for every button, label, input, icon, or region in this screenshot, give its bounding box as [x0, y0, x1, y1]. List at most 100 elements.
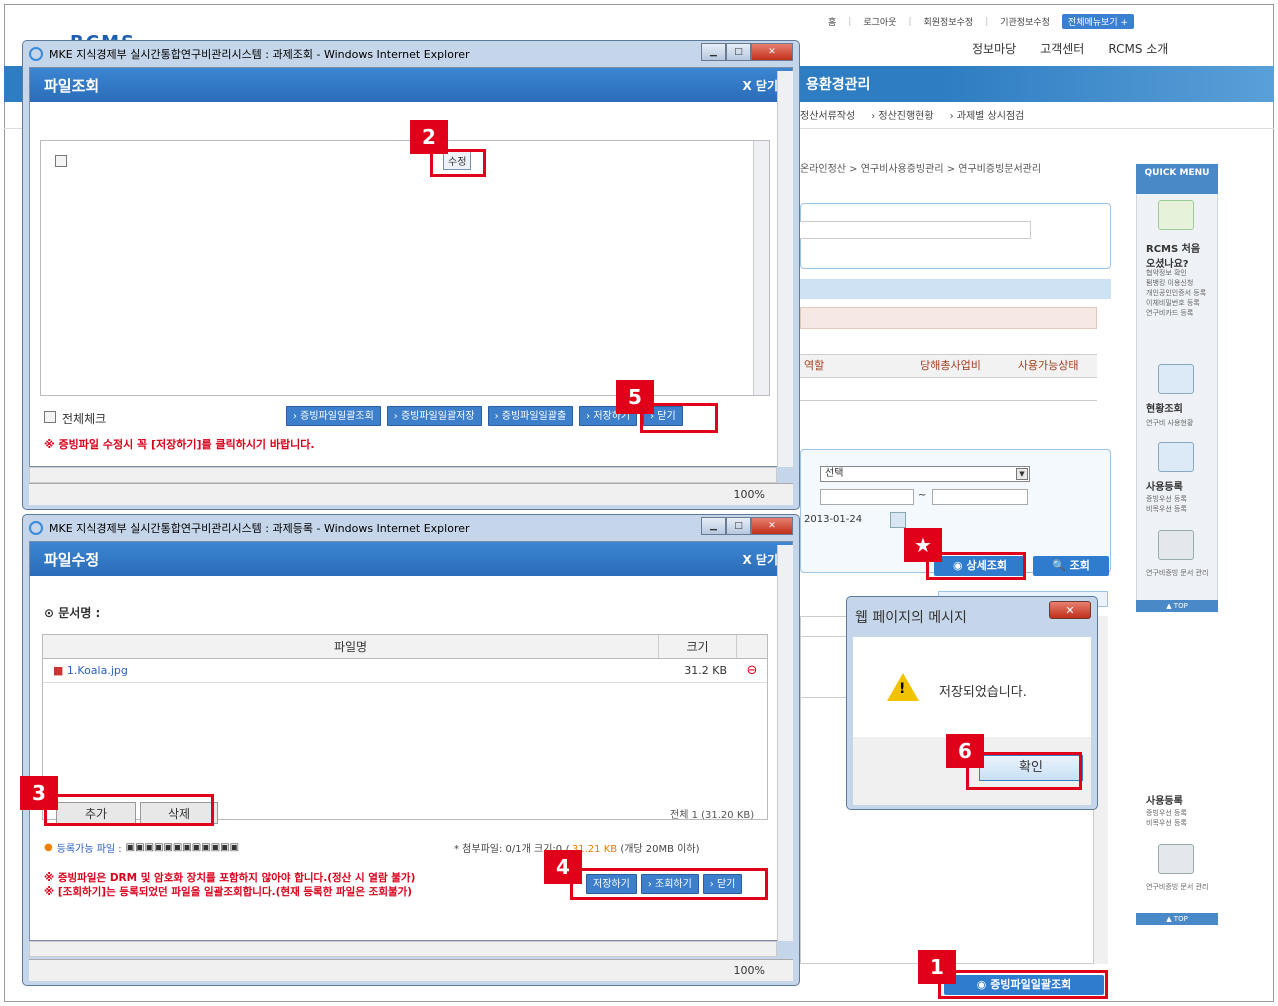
col-budget: 당해총사업비: [920, 359, 981, 372]
lookup-notice: ※ [조회하기]는 등록되었던 파일을 일괄조회합니다.(현재 등록한 파일은 …: [44, 886, 413, 898]
remove-icon[interactable]: ⊖: [737, 659, 767, 682]
pane-header: 파일수정 X 닫기: [30, 542, 792, 576]
check-all-checkbox[interactable]: [44, 411, 56, 423]
quick-item-sub: 연구비증빙 문서 관리: [1146, 569, 1209, 577]
range-to-input[interactable]: [932, 489, 1028, 505]
date-value[interactable]: 2013-01-24: [804, 514, 862, 525]
col-filename: 파일명: [43, 635, 659, 658]
maximize-icon[interactable]: □: [726, 43, 751, 61]
search-icon[interactable]: [1158, 364, 1194, 394]
window-controls: ▁ □ ✕: [701, 517, 793, 535]
annotation-badge-5: 5: [616, 380, 654, 414]
annotation-box: [44, 794, 214, 826]
attach-count: * 첨부파일: 0/1개: [454, 844, 531, 855]
quick-item-sub: 증빙우선 등록 비목우선 등록: [1146, 495, 1187, 513]
quick-item-sub: 협약정보 확인 펌뱅킹 이용신청 개인공인인증서 등록 이체비밀번호 등록 연구…: [1146, 269, 1207, 317]
quick-item-sub: 증빙우선 등록 비목우선 등록: [1146, 809, 1187, 827]
annotation-badge-2: 2: [410, 120, 448, 154]
allowed-files-label: 등록가능 파일 :: [56, 844, 122, 855]
main-nav: 정보마당 고객센터 RCMS 소개: [972, 40, 1168, 57]
nav-member-edit[interactable]: 회원정보수정: [924, 15, 974, 28]
register-icon[interactable]: [1158, 442, 1194, 472]
quick-item-title[interactable]: RCMS 처음 오셨나요?: [1146, 240, 1212, 270]
chevron-down-icon: ▼: [1016, 468, 1028, 480]
document-icon[interactable]: [1158, 844, 1194, 874]
annotation-badge-star: ★: [904, 528, 942, 562]
window-titlebar[interactable]: MKE 지식경제부 실시간통합연구비관리시스템 : 과제조회 - Windows…: [23, 41, 799, 67]
horizontal-scrollbar[interactable]: [29, 941, 777, 957]
attach-size-suffix: (개당 20MB 이하): [620, 844, 700, 855]
nav-info[interactable]: 정보마당: [972, 40, 1016, 57]
nav-org-edit[interactable]: 기관정보수정: [1000, 15, 1050, 28]
nav-about[interactable]: RCMS 소개: [1108, 40, 1168, 57]
window-title: MKE 지식경제부 실시간통합연구비관리시스템 : 과제등록 - Windows…: [49, 522, 470, 535]
nav-support[interactable]: 고객센터: [1040, 40, 1084, 57]
file-checkbox[interactable]: [55, 155, 67, 167]
save-notice: ※ 증빙파일 수정시 꼭 [저장하기]를 클릭하시기 바랍니다.: [44, 438, 315, 451]
dialog-body: ! 저장되었습니다.: [853, 637, 1091, 737]
ie-window-file-edit: MKE 지식경제부 실시간통합연구비관리시스템 : 과제등록 - Windows…: [22, 514, 800, 986]
page-scrollbar[interactable]: [777, 71, 793, 467]
drm-notice: ※ 증빙파일은 DRM 및 암호화 장치를 포함하지 않아야 합니다.(정산 시…: [44, 872, 416, 884]
close-link[interactable]: X 닫기: [742, 551, 778, 568]
list-scrollbar[interactable]: [753, 141, 769, 395]
menu-bar-decoration: [940, 66, 1274, 102]
window-title: MKE 지식경제부 실시간통합연구비관리시스템 : 과제조회 - Windows…: [49, 48, 470, 61]
file-name[interactable]: ■ 1.Koala.jpg: [43, 659, 659, 682]
status-bar: 100%: [29, 959, 793, 981]
top-nav: 홈 | 로그아웃 | 회원정보수정 | 기관정보수정 전체메뉴보기 +: [828, 14, 1135, 29]
annotation-box: [570, 868, 768, 900]
zoom-level[interactable]: 100%: [734, 964, 765, 977]
allowed-files: ● 등록가능 파일 : ▣▣▣▣▣▣▣▣▣▣▣▣: [44, 840, 239, 855]
search-button[interactable]: 🔍 조회: [1033, 556, 1109, 576]
doc-name-label: ⊙ 문서명 :: [44, 606, 101, 620]
window-titlebar[interactable]: MKE 지식경제부 실시간통합연구비관리시스템 : 과제등록 - Windows…: [23, 515, 799, 541]
col-role: 역할: [804, 359, 825, 372]
search-select[interactable]: 선택 ▼: [820, 466, 1030, 482]
nav-logout[interactable]: 로그아웃: [863, 15, 896, 28]
quick-item-title[interactable]: 사용등록: [1146, 478, 1183, 493]
pane-header: 파일조회 X 닫기: [30, 68, 792, 102]
top-button[interactable]: ▲ TOP: [1136, 600, 1218, 612]
bulk-print-button[interactable]: › 증빙파일일괄출: [487, 406, 574, 426]
submenu-item[interactable]: 정산서류작성: [800, 107, 855, 122]
dialog-message: 저장되었습니다.: [939, 685, 1027, 700]
col-size: 크기: [659, 635, 737, 658]
file-table: 파일명 크기 ■ 1.Koala.jpg 31.2 KB ⊖: [42, 634, 768, 820]
close-icon[interactable]: ✕: [751, 43, 793, 61]
minimize-icon[interactable]: ▁: [701, 43, 726, 61]
close-link[interactable]: X 닫기: [742, 77, 778, 94]
maximize-icon[interactable]: □: [726, 517, 751, 535]
close-icon[interactable]: ✕: [1049, 601, 1091, 619]
nav-home[interactable]: 홈: [828, 15, 836, 28]
range-from-input[interactable]: [820, 489, 914, 505]
table-band: [800, 307, 1097, 329]
warning-mark: !: [899, 681, 906, 697]
section-title: 용환경관리: [806, 77, 871, 93]
submenu-item[interactable]: › 과제별 상시점검: [950, 107, 1025, 122]
quick-item-title[interactable]: 현황조회: [1146, 400, 1183, 415]
document-icon[interactable]: [1158, 530, 1194, 560]
table-header-row: 역할 당해총사업비 사용가능상태: [800, 354, 1097, 378]
window-controls: ▁ □ ✕: [701, 43, 793, 61]
pane-title: 파일조회: [44, 76, 100, 95]
top-button[interactable]: ▲ TOP: [1136, 913, 1218, 925]
submenu-item[interactable]: › 정산진행현황: [871, 107, 933, 122]
results-rows: [800, 636, 846, 698]
file-type-icons: ▣▣▣▣▣▣▣▣▣▣▣▣: [125, 842, 240, 853]
file-row: ■ 1.Koala.jpg 31.2 KB ⊖: [43, 659, 767, 683]
quick-item-title[interactable]: 사용등록: [1146, 792, 1183, 807]
all-menu-button[interactable]: 전체메뉴보기 +: [1061, 14, 1135, 29]
annotation-badge-6: 6: [946, 734, 984, 768]
minimize-icon[interactable]: ▁: [701, 517, 726, 535]
zoom-level[interactable]: 100%: [734, 488, 765, 501]
quick-menu-header: QUICK MENU: [1136, 164, 1218, 194]
page-scrollbar[interactable]: [777, 545, 793, 941]
home-icon[interactable]: [1158, 200, 1194, 230]
bulk-view-file-button[interactable]: › 증빙파일일괄조회: [286, 406, 381, 426]
close-icon[interactable]: ✕: [751, 517, 793, 535]
calendar-icon[interactable]: [890, 512, 906, 528]
file-list: 수정: [40, 140, 770, 396]
horizontal-scrollbar[interactable]: [29, 467, 777, 483]
bulk-save-button[interactable]: › 증빙파일일괄저장: [386, 406, 482, 426]
